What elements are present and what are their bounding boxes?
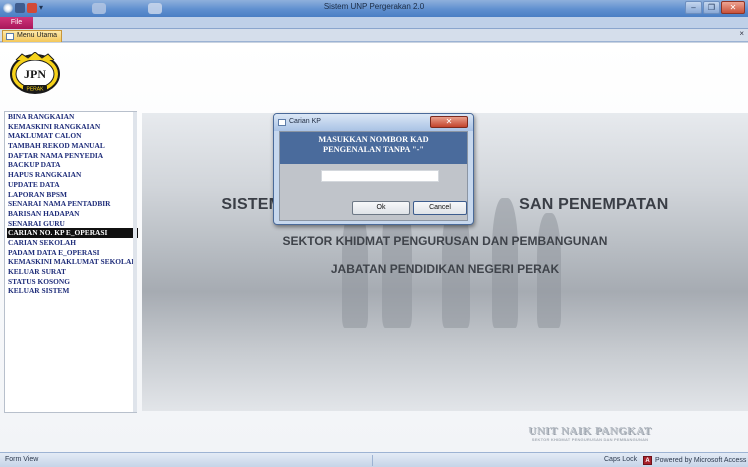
menu-item[interactable]: TAMBAH REKOD MANUAL: [7, 141, 138, 151]
ribbon: File: [0, 17, 748, 29]
watermark-subtitle: SEKTOR KHIDMAT PENGURUSAN DAN PEMBANGUNA…: [531, 437, 649, 442]
menu-item[interactable]: PADAM DATA E_OPERASI: [7, 248, 138, 258]
menu-item[interactable]: BACKUP DATA: [7, 160, 138, 170]
dialog-close-button[interactable]: ✕: [430, 116, 468, 128]
caps-lock-indicator: Caps Lock: [604, 456, 638, 463]
menu-item[interactable]: SENARAI NAMA PENTADBIR: [7, 199, 138, 209]
window-title: Sistem UNP Pergerakan 2.0: [323, 2, 425, 11]
jpn-perak-logo-icon: JPN PERAK: [10, 52, 60, 94]
prompt-line-2: PENGENALAN TANPA "-": [323, 145, 424, 154]
document-tab-strip: Menu Utama ×: [0, 29, 748, 42]
powered-by: A Powered by Microsoft Access: [643, 456, 746, 465]
tab-label: Menu Utama: [17, 32, 58, 39]
cancel-button[interactable]: Cancel: [413, 201, 467, 215]
tab-menu-utama[interactable]: Menu Utama: [2, 30, 62, 42]
powered-by-text: Powered by Microsoft Access: [655, 457, 747, 464]
menu-item[interactable]: BINA RANGKAIAN: [7, 112, 138, 122]
view-status: Form View: [5, 456, 39, 463]
menu-item[interactable]: KELUAR SISTEM: [7, 286, 138, 296]
title-bar: ▾ Sistem UNP Pergerakan 2.0 – ❐ ✕: [0, 0, 748, 17]
unp-watermark: UNIT NAIK PANGKAT SEKTOR KHIDMAT PENGURU…: [520, 425, 660, 442]
file-tab[interactable]: File: [0, 17, 33, 29]
banner-department: JABATAN PENDIDIKAN NEGERI PERAK: [330, 262, 560, 276]
menu-item[interactable]: LAPORAN BPSM: [7, 190, 138, 200]
menu-item[interactable]: CARIAN NO. KP E_OPERASI: [7, 228, 138, 238]
access-icon: A: [643, 456, 652, 465]
main-form: JPN PERAK BINA RANGKAIAN KEMASKINI RANGKA…: [0, 43, 748, 452]
menu-item[interactable]: BARISAN HADAPAN: [7, 209, 138, 219]
dialog-body: MASUKKAN NOMBOR KAD PENGENALAN TANPA "-"…: [279, 131, 468, 221]
minimize-button[interactable]: –: [685, 1, 702, 14]
main-menu-panel: BINA RANGKAIAN KEMASKINI RANGKAIAN MAKLUMA…: [4, 111, 138, 413]
form-icon: [278, 119, 286, 126]
dialog-title: Carian KP: [289, 118, 321, 125]
menu-item[interactable]: CARIAN SEKOLAH: [7, 238, 138, 248]
logo-subtext: PERAK: [27, 87, 45, 93]
menu-item[interactable]: KELUAR SURAT: [7, 267, 138, 277]
banner-subtitle: SEKTOR KHIDMAT PENGURUSAN DAN PEMBANGUNA…: [282, 234, 608, 248]
carian-kp-dialog: Carian KP ✕ MASUKKAN NOMBOR KAD PENGENAL…: [273, 113, 474, 225]
menu-item[interactable]: KEMASKINI RANGKAIAN: [7, 122, 138, 132]
menu-item[interactable]: DAFTAR NAMA PENYEDIA: [7, 151, 138, 161]
prompt-line-1: MASUKKAN NOMBOR KAD: [318, 135, 429, 144]
form-icon: [6, 33, 14, 40]
status-bar: Form View Caps Lock A Powered by Microso…: [0, 452, 748, 467]
watermark-title: UNIT NAIK PANGKAT: [528, 425, 652, 437]
dialog-prompt: MASUKKAN NOMBOR KAD PENGENALAN TANPA "-": [280, 132, 467, 164]
menu-item[interactable]: HAPUS RANGKAIAN: [7, 170, 138, 180]
close-window-button[interactable]: ✕: [721, 1, 745, 14]
dialog-title-bar[interactable]: Carian KP ✕: [274, 114, 473, 131]
logo-text: JPN: [24, 67, 46, 81]
menu-item[interactable]: KEMASKINI MAKLUMAT SEKOLAH: [7, 257, 138, 267]
menu-scroll-shade: [133, 112, 137, 412]
close-tab-button[interactable]: ×: [739, 29, 744, 38]
status-divider: [372, 455, 373, 466]
ic-number-input[interactable]: [321, 170, 439, 182]
menu-item[interactable]: UPDATE DATA: [7, 180, 138, 190]
menu-list: BINA RANGKAIAN KEMASKINI RANGKAIAN MAKLUMA…: [7, 112, 138, 296]
menu-item[interactable]: STATUS KOSONG: [7, 277, 138, 287]
window-controls: – ❐ ✕: [685, 1, 745, 14]
restore-button[interactable]: ❐: [703, 1, 720, 14]
menu-item[interactable]: MAKLUMAT CALON: [7, 131, 138, 141]
ok-button[interactable]: Ok: [352, 201, 410, 215]
menu-item[interactable]: SENARAI GURU: [7, 219, 138, 229]
